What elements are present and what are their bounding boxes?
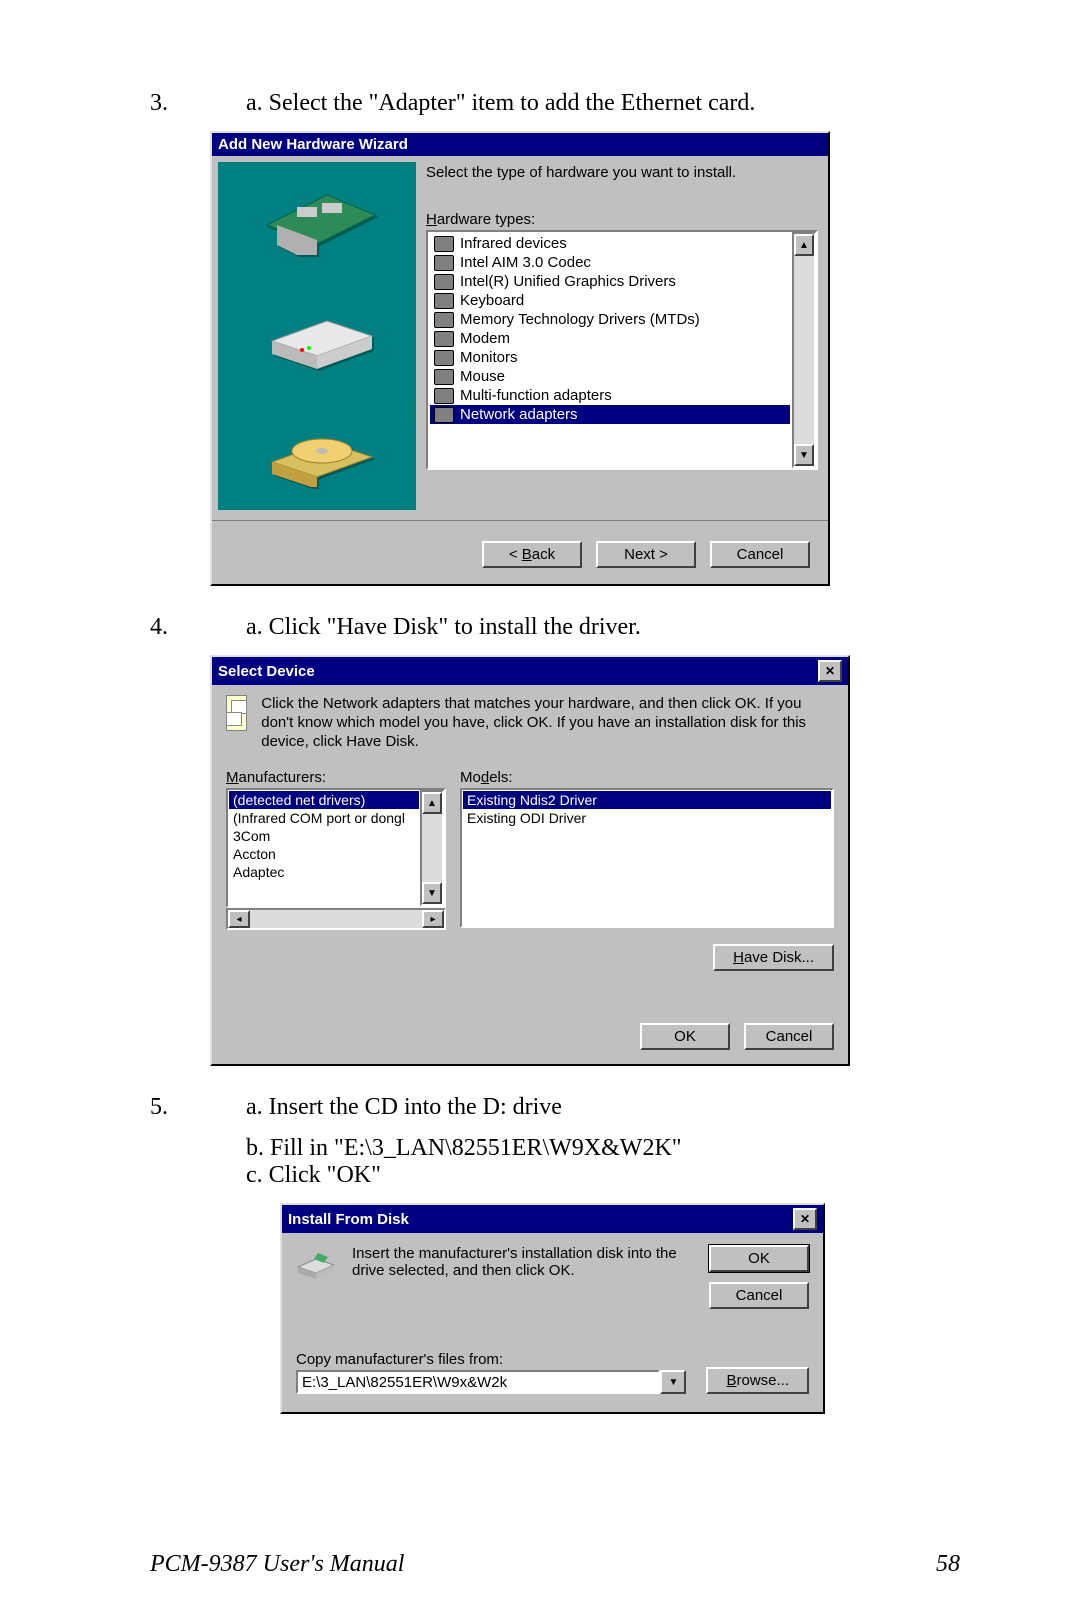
wizard-prompt: Select the type of hardware you want to … bbox=[426, 164, 818, 181]
browse-button[interactable]: Browse... bbox=[706, 1367, 809, 1394]
dialog-titlebar: Install From Disk ✕ bbox=[282, 1205, 823, 1233]
device-icon bbox=[434, 255, 454, 271]
device-icon bbox=[434, 293, 454, 309]
page-footer: PCM-9387 User's Manual 58 bbox=[150, 1551, 960, 1578]
hardware-type-item[interactable]: Memory Technology Drivers (MTDs) bbox=[430, 310, 790, 329]
close-icon[interactable]: ✕ bbox=[793, 1208, 817, 1230]
scroll-down-icon[interactable]: ▼ bbox=[422, 882, 442, 904]
install-from-disk-message: Insert the manufacturer's installation d… bbox=[352, 1245, 693, 1279]
dropdown-icon[interactable]: ▼ bbox=[660, 1370, 686, 1394]
device-icon bbox=[434, 350, 454, 366]
path-combobox[interactable]: ▼ bbox=[296, 1370, 686, 1394]
manufacturer-item[interactable]: 3Com bbox=[229, 827, 419, 845]
models-label: Models: bbox=[460, 769, 834, 786]
hardware-type-item[interactable]: Modem bbox=[430, 329, 790, 348]
hardware-type-item[interactable]: Intel(R) Unified Graphics Drivers bbox=[430, 272, 790, 291]
manufacturers-label: Manufacturers: bbox=[226, 769, 446, 786]
cancel-button[interactable]: Cancel bbox=[709, 1282, 809, 1309]
select-device-description: Click the Network adapters that matches … bbox=[261, 695, 834, 751]
device-icon bbox=[434, 274, 454, 290]
step-4: 4. a. Click "Have Disk" to install the d… bbox=[150, 614, 960, 641]
device-icon bbox=[434, 369, 454, 385]
scroll-up-icon[interactable]: ▲ bbox=[794, 234, 814, 256]
path-input[interactable] bbox=[296, 1370, 660, 1394]
install-from-disk-dialog: Install From Disk ✕ Insert the manufactu… bbox=[280, 1203, 825, 1414]
cd-drive-icon bbox=[257, 417, 377, 487]
next-button[interactable]: Next > bbox=[596, 541, 696, 568]
pci-card-icon bbox=[257, 185, 377, 255]
close-icon[interactable]: ✕ bbox=[818, 660, 842, 682]
device-icon bbox=[434, 407, 454, 423]
wizard-sidebar-graphic bbox=[218, 162, 416, 510]
dialog-titlebar: Select Device ✕ bbox=[212, 657, 848, 685]
manufacturers-list[interactable]: (detected net drivers)(Infrared COM port… bbox=[226, 788, 446, 908]
copy-from-label: Copy manufacturer's files from: bbox=[296, 1351, 686, 1368]
device-icon bbox=[434, 331, 454, 347]
h-scrollbar[interactable]: ◂ ▸ bbox=[226, 908, 446, 930]
dialog-title: Select Device bbox=[218, 663, 315, 680]
add-new-hardware-wizard-dialog: Add New Hardware Wizard bbox=[210, 131, 830, 586]
scrollbar[interactable]: ▲ ▼ bbox=[420, 790, 444, 906]
ok-button[interactable]: OK bbox=[709, 1245, 809, 1272]
device-icon bbox=[434, 312, 454, 328]
floppy-drive-icon bbox=[296, 1251, 336, 1281]
hardware-type-item[interactable]: Keyboard bbox=[430, 291, 790, 310]
step-3-text: a. Select the "Adapter" item to add the … bbox=[246, 90, 960, 117]
network-adapter-icon bbox=[226, 695, 247, 731]
model-item[interactable]: Existing Ndis2 Driver bbox=[463, 791, 831, 809]
step-3: 3. a. Select the "Adapter" item to add t… bbox=[150, 90, 960, 117]
dialog-title: Install From Disk bbox=[288, 1211, 409, 1228]
scroll-down-icon[interactable]: ▼ bbox=[794, 444, 814, 466]
have-disk-button[interactable]: Have Disk... bbox=[713, 944, 834, 971]
ok-button[interactable]: OK bbox=[640, 1023, 730, 1050]
back-button[interactable]: < Back bbox=[482, 541, 582, 568]
select-device-dialog: Select Device ✕ Click the Network adapte… bbox=[210, 655, 850, 1066]
manufacturer-item[interactable]: (detected net drivers) bbox=[229, 791, 419, 809]
manufacturer-item[interactable]: (Infrared COM port or dongl bbox=[229, 809, 419, 827]
hardware-types-list[interactable]: Infrared devicesIntel AIM 3.0 CodecIntel… bbox=[426, 230, 818, 470]
cancel-button[interactable]: Cancel bbox=[710, 541, 810, 568]
hardware-type-item[interactable]: Intel AIM 3.0 Codec bbox=[430, 253, 790, 272]
device-icon bbox=[434, 236, 454, 252]
step-5: 5. a. Insert the CD into the D: drive bbox=[150, 1094, 960, 1121]
hardware-types-label: Hardware types: bbox=[426, 211, 818, 228]
step-4-text: a. Click "Have Disk" to install the driv… bbox=[246, 614, 960, 641]
dialog-titlebar: Add New Hardware Wizard bbox=[212, 133, 828, 156]
scroll-left-icon[interactable]: ◂ bbox=[228, 910, 250, 928]
manufacturer-item[interactable]: Adaptec bbox=[229, 863, 419, 881]
hardware-type-item[interactable]: Mouse bbox=[430, 367, 790, 386]
scroll-up-icon[interactable]: ▲ bbox=[422, 792, 442, 814]
cancel-button[interactable]: Cancel bbox=[744, 1023, 834, 1050]
hardware-type-item[interactable]: Network adapters bbox=[430, 405, 790, 424]
model-item[interactable]: Existing ODI Driver bbox=[463, 809, 831, 827]
step-5-a: a. Insert the CD into the D: drive bbox=[246, 1094, 960, 1121]
footer-manual-title: PCM-9387 User's Manual bbox=[150, 1551, 936, 1578]
dialog-title: Add New Hardware Wizard bbox=[218, 136, 408, 153]
step-5-b: b. Fill in "E:\3_LAN\82551ER\W9X&W2K" bbox=[246, 1135, 960, 1162]
step-5-c: c. Click "OK" bbox=[246, 1162, 960, 1189]
footer-page-number: 58 bbox=[936, 1551, 960, 1578]
manufacturer-item[interactable]: Accton bbox=[229, 845, 419, 863]
hardware-type-item[interactable]: Multi-function adapters bbox=[430, 386, 790, 405]
scrollbar[interactable]: ▲ ▼ bbox=[792, 232, 816, 468]
modem-box-icon bbox=[257, 301, 377, 371]
step-5-number: 5. bbox=[150, 1094, 246, 1121]
step-3-number: 3. bbox=[150, 90, 246, 117]
hardware-type-item[interactable]: Infrared devices bbox=[430, 234, 790, 253]
scroll-right-icon[interactable]: ▸ bbox=[422, 910, 444, 928]
hardware-type-item[interactable]: Monitors bbox=[430, 348, 790, 367]
device-icon bbox=[434, 388, 454, 404]
step-4-number: 4. bbox=[150, 614, 246, 641]
models-list[interactable]: Existing Ndis2 DriverExisting ODI Driver bbox=[460, 788, 834, 928]
